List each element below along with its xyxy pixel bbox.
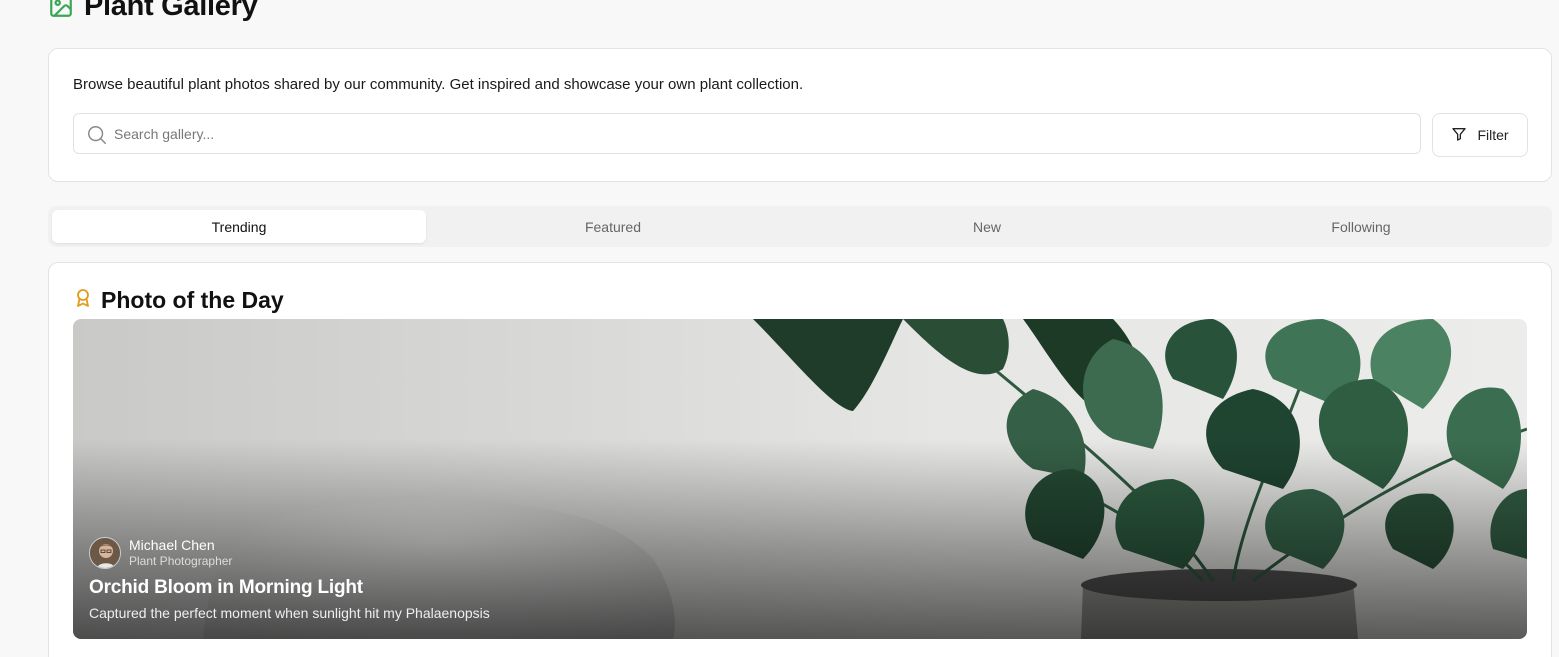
filter-button[interactable]: Filter — [1432, 113, 1528, 157]
tab-featured[interactable]: Featured — [426, 210, 800, 243]
intro-card: Browse beautiful plant photos shared by … — [48, 48, 1552, 182]
search-icon — [86, 124, 108, 151]
featured-photo[interactable]: Michael Chen Plant Photographer Orchid B… — [73, 319, 1527, 639]
page-header: Plant Gallery — [48, 0, 258, 24]
photo-author[interactable]: Michael Chen Plant Photographer — [89, 537, 232, 569]
search-input[interactable] — [114, 125, 1404, 142]
photo-of-the-day-title: Photo of the Day — [101, 287, 284, 313]
intro-text: Browse beautiful plant photos shared by … — [73, 76, 804, 93]
filter-icon — [1451, 126, 1467, 145]
award-icon — [75, 288, 91, 313]
page-title: Plant Gallery — [84, 0, 258, 22]
author-name[interactable]: Michael Chen — [129, 537, 232, 553]
author-role: Plant Photographer — [129, 554, 233, 568]
tab-trending[interactable]: Trending — [52, 210, 426, 243]
photo-caption: Captured the perfect moment when sunligh… — [89, 605, 490, 621]
gallery-tabs: Trending Featured New Following — [48, 206, 1552, 247]
photo-of-the-day-card: Photo of the Day Michael Chen Plant Phot… — [48, 262, 1552, 657]
tab-new[interactable]: New — [800, 210, 1174, 243]
photo-title: Orchid Bloom in Morning Light — [89, 577, 363, 598]
avatar[interactable] — [89, 537, 121, 569]
image-icon — [48, 0, 74, 19]
tab-following[interactable]: Following — [1174, 210, 1548, 243]
search-box[interactable] — [73, 113, 1421, 154]
photo-of-the-day-heading: Photo of the Day — [75, 287, 284, 314]
filter-label: Filter — [1477, 127, 1509, 143]
